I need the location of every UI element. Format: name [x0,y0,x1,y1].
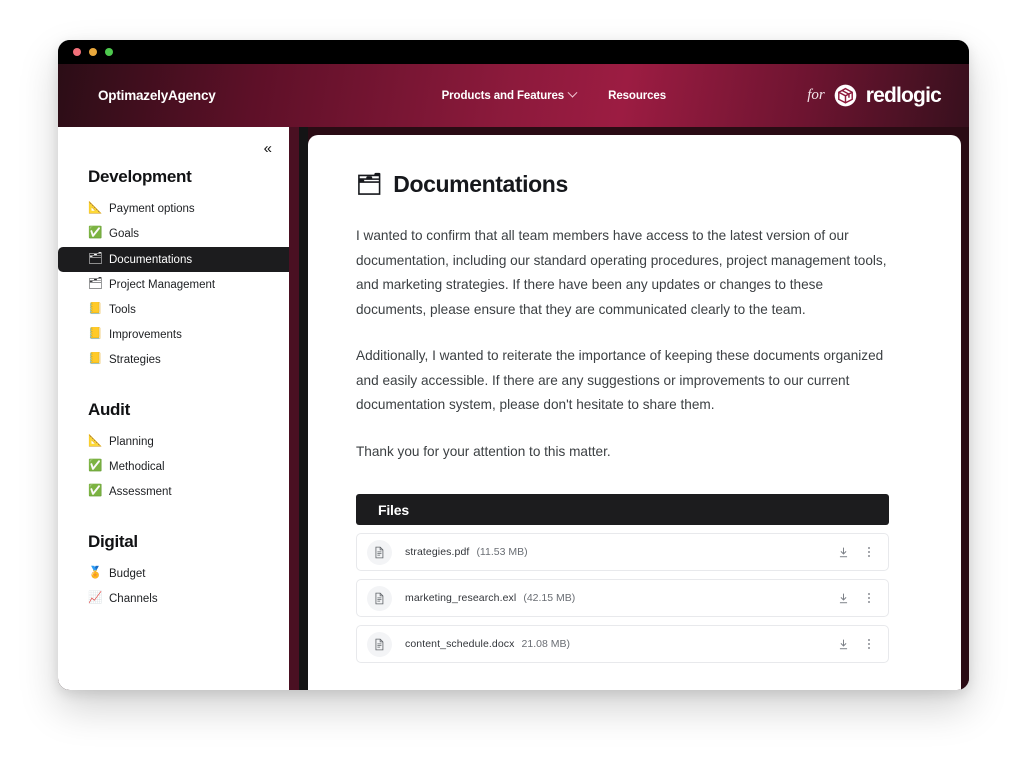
triangular-ruler-icon: 📐 [88,202,103,215]
sidebar-item-documentations[interactable]: 🗂 Documentations [58,247,289,272]
sidebar: « Development 📐 Payment options ✅ Goals … [58,127,289,690]
file-row-actions [837,591,874,606]
check-mark-icon: ✅ [88,227,103,240]
collapse-sidebar-icon[interactable]: « [264,141,272,156]
browser-window: OptimazelyAgency Products and Features R… [58,40,969,690]
sidebar-item-goals[interactable]: ✅ Goals [58,222,289,246]
chevron-down-icon [567,87,578,98]
sidebar-item-label: Payment options [109,203,195,215]
file-name: strategies.pdf [405,546,470,558]
sidebar-item-label: Goals [109,228,140,240]
more-options-icon[interactable] [864,545,874,560]
check-mark-icon: ✅ [88,460,103,473]
more-options-icon[interactable] [864,591,874,606]
site-header: OptimazelyAgency Products and Features R… [58,64,969,127]
files-section-header: Files [356,494,889,525]
sidebar-item-strategies[interactable]: 📒 Strategies [58,348,289,372]
sidebar-item-assessment[interactable]: ✅ Assessment [58,480,289,504]
sidebar-item-label: Budget [109,568,146,580]
page-title: 🗂 Documentations [356,171,913,198]
ledger-icon: 📒 [88,303,103,316]
partner-logo-word: redlogic [865,83,942,107]
body-paragraph-3: Thank you for your attention to this mat… [356,443,611,459]
sidebar-scroll: Development 📐 Payment options ✅ Goals 🗂 … [58,127,289,632]
nav-label: Resources [608,89,667,102]
file-size: (11.53 MB) [476,546,528,558]
sidebar-item-payment-options[interactable]: 📐 Payment options [58,197,289,221]
partner-logo[interactable]: for redlogic [807,83,942,108]
file-name: content_schedule.docx [405,638,515,650]
nav-item-resources[interactable]: Resources [608,90,666,102]
partner-logo-prefix: for [807,87,825,103]
download-icon[interactable] [837,592,850,605]
sidebar-item-improvements[interactable]: 📒 Improvements [58,323,289,347]
triangular-ruler-icon: 📐 [88,435,103,448]
check-mark-icon: ✅ [88,485,103,498]
sidebar-item-label: Planning [109,436,154,448]
close-window-button[interactable] [73,48,81,56]
sidebar-item-label: Documentations [109,253,193,266]
content-scrollbar[interactable] [299,127,308,690]
card-index-dividers-icon: 🗂 [88,278,103,291]
sidebar-group-title: Digital [88,532,138,551]
sidebar-item-project-management[interactable]: 🗂 Project Management [58,273,289,297]
brand-logo-text[interactable]: OptimazelyAgency [98,88,216,103]
card-index-dividers-icon: 🗂 [88,252,103,265]
sidebar-item-label: Improvements [109,329,182,341]
window-titlebar [58,40,969,64]
sidebar-item-methodical[interactable]: ✅ Methodical [58,455,289,479]
page-title-text: Documentations [393,171,568,197]
download-icon[interactable] [837,638,850,651]
sidebar-item-label: Methodical [109,461,165,473]
nav-label: Products and Features [441,89,565,102]
sidebar-group-digital: Digital 🏅 Budget 📈 Channels [58,532,289,611]
body-paragraph-2: Additionally, I wanted to reiterate the … [356,348,884,412]
sidebar-divider [289,127,299,690]
file-row-actions [837,545,874,560]
sidebar-item-tools[interactable]: 📒 Tools [58,298,289,322]
app-body: « Development 📐 Payment options ✅ Goals … [58,127,969,690]
sidebar-item-channels[interactable]: 📈 Channels [58,587,289,611]
download-icon[interactable] [837,546,850,559]
sidebar-group-audit: Audit 📐 Planning ✅ Methodical ✅ Assessme… [58,400,289,504]
card-index-dividers-icon: 🗂 [356,172,383,196]
body-paragraph-1: I wanted to confirm that all team member… [356,228,887,317]
ledger-icon: 📒 [88,353,103,366]
file-row[interactable]: content_schedule.docx 21.08 MB) [356,625,889,663]
file-row-actions [837,637,874,652]
file-size: 21.08 MB) [521,638,570,650]
sidebar-item-planning[interactable]: 📐 Planning [58,430,289,454]
file-row[interactable]: marketing_research.exl (42.15 MB) [356,579,889,617]
sidebar-group-development: Development 📐 Payment options ✅ Goals 🗂 … [58,167,289,372]
nav-item-products-and-features[interactable]: Products and Features [441,87,578,102]
file-size: (42.15 MB) [523,592,576,604]
file-name: marketing_research.exl [405,592,517,604]
sidebar-group-title: Audit [88,400,130,419]
document-icon [367,631,392,657]
sidebar-item-label: Strategies [109,354,161,366]
document-icon [367,539,392,565]
medal-icon: 🏅 [88,567,103,580]
ledger-icon: 📒 [88,328,103,341]
document-icon [367,585,392,611]
chart-increasing-icon: 📈 [88,592,103,605]
sidebar-item-label: Tools [109,304,136,316]
sidebar-item-label: Assessment [109,486,172,498]
primary-navigation: Products and Features Resources [441,87,666,102]
sidebar-item-budget[interactable]: 🏅 Budget [58,562,289,586]
more-options-icon[interactable] [864,637,874,652]
sidebar-item-label: Project Management [109,279,216,291]
cube-icon [834,84,857,107]
maximize-window-button[interactable] [105,48,113,56]
sidebar-item-label: Channels [109,593,158,605]
sidebar-group-title: Development [88,167,192,186]
file-row[interactable]: strategies.pdf (11.53 MB) [356,533,889,571]
minimize-window-button[interactable] [89,48,97,56]
main-content: 🗂 Documentations I wanted to confirm tha… [308,135,961,690]
